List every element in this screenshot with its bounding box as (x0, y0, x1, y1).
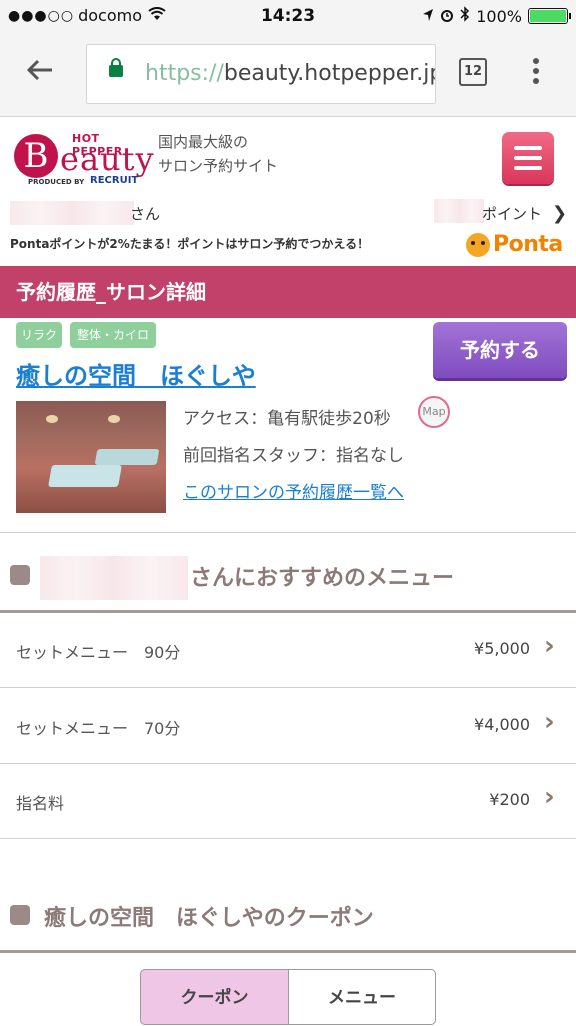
section-title-bar: 予約履歴_サロン詳細 (0, 266, 576, 318)
battery-icon (528, 8, 571, 24)
url-text: https://beauty.hotpepper.jp (145, 61, 436, 86)
hamburger-menu-button[interactable] (502, 132, 554, 184)
tagline-line-2: サロン予約サイト (158, 157, 279, 175)
points-link[interactable]: ポイント (482, 203, 542, 224)
status-bar: ●●●○○ docomo 14:23 100% (0, 0, 576, 34)
alarm-icon (440, 7, 454, 26)
bullet-square-icon (10, 905, 30, 925)
logo-produced-by: PRODUCED BY (28, 178, 85, 186)
user-name-suffix: さん (130, 205, 161, 223)
site-tagline: 国内最大級の サロン予約サイト (158, 130, 278, 178)
menu-item-price: ¥200 (489, 790, 530, 809)
battery-percent: 100% (476, 6, 522, 26)
menu-item-row[interactable]: セットメニュー 90分 ¥5,000 › (0, 613, 576, 688)
user-name-redacted (40, 556, 188, 600)
chevron-right-icon: › (544, 631, 555, 661)
location-icon (422, 7, 434, 26)
hotpepper-beauty-logo[interactable]: HOT PEPPER B eauty PRODUCED BY RECRUIT (14, 132, 154, 188)
user-name-redacted (10, 201, 134, 225)
bluetooth-icon (460, 6, 470, 26)
ponta-wordmark: Ponta (493, 232, 563, 257)
salon-history-link[interactable]: このサロンの予約履歴一覧へ (183, 478, 404, 503)
logo-wordmark: eauty (60, 140, 155, 178)
menu-item-row[interactable]: セットメニュー 70分 ¥4,000 › (0, 689, 576, 764)
browser-toolbar: https://beauty.hotpepper.jp 12 (0, 34, 576, 117)
menu-item-row[interactable]: 指名料 ¥200 › (0, 764, 576, 839)
tagline-line-1: 国内最大級の (158, 133, 249, 151)
bullet-square-icon (10, 565, 30, 585)
access-info: アクセス：亀有駅徒歩20秒 (183, 409, 391, 429)
salon-name-link[interactable]: 癒しの空間 ほぐしや (16, 356, 256, 391)
recommend-title: さんにおすすめのメニュー (190, 566, 455, 591)
lock-icon (109, 58, 123, 77)
logo-b-mark: B (14, 134, 58, 178)
menu-item-price: ¥5,000 (474, 639, 530, 658)
url-host: beauty.hotpepper.jp (223, 61, 436, 86)
tab-switcher-button[interactable]: 12 (459, 58, 487, 86)
points-value-redacted (434, 199, 484, 223)
tab-menu[interactable]: メニュー (288, 969, 436, 1025)
ponta-logo: Ponta (466, 232, 563, 257)
menu-item-label: セットメニュー 90分 (16, 643, 181, 662)
ponta-message: Pontaポイントが2%たまる！ポイントはサロン予約でつかえる！ (10, 237, 370, 251)
tab-coupon[interactable]: クーポン (140, 969, 289, 1025)
divider (0, 532, 576, 533)
salon-photo[interactable] (16, 401, 166, 513)
coupon-section-title: 癒しの空間 ほぐしやのクーポン (44, 906, 374, 931)
address-bar[interactable]: https://beauty.hotpepper.jp (86, 44, 436, 104)
chevron-right-icon[interactable]: ❯ (552, 203, 567, 224)
menu-item-label: 指名料 (16, 794, 65, 813)
category-tag-relax: リラク (16, 322, 62, 348)
more-options-icon[interactable] (532, 58, 540, 88)
map-icon[interactable]: Map (418, 396, 450, 428)
menu-item-label: セットメニュー 70分 (16, 719, 181, 738)
chevron-right-icon: › (544, 782, 555, 812)
status-icons: 100% (422, 6, 571, 26)
chevron-right-icon: › (544, 707, 555, 737)
back-arrow-icon[interactable] (24, 54, 64, 94)
previous-staff-info: 前回指名スタッフ：指名なし (183, 446, 404, 466)
logo-recruit: RECRUIT (90, 175, 139, 186)
reserve-button[interactable]: 予約する (433, 322, 567, 378)
category-tag-chiropractic: 整体・カイロ (70, 322, 156, 348)
ponta-mascot-icon (466, 232, 490, 257)
menu-item-price: ¥4,000 (474, 715, 530, 734)
url-scheme: https:// (145, 61, 224, 86)
divider (0, 950, 576, 953)
